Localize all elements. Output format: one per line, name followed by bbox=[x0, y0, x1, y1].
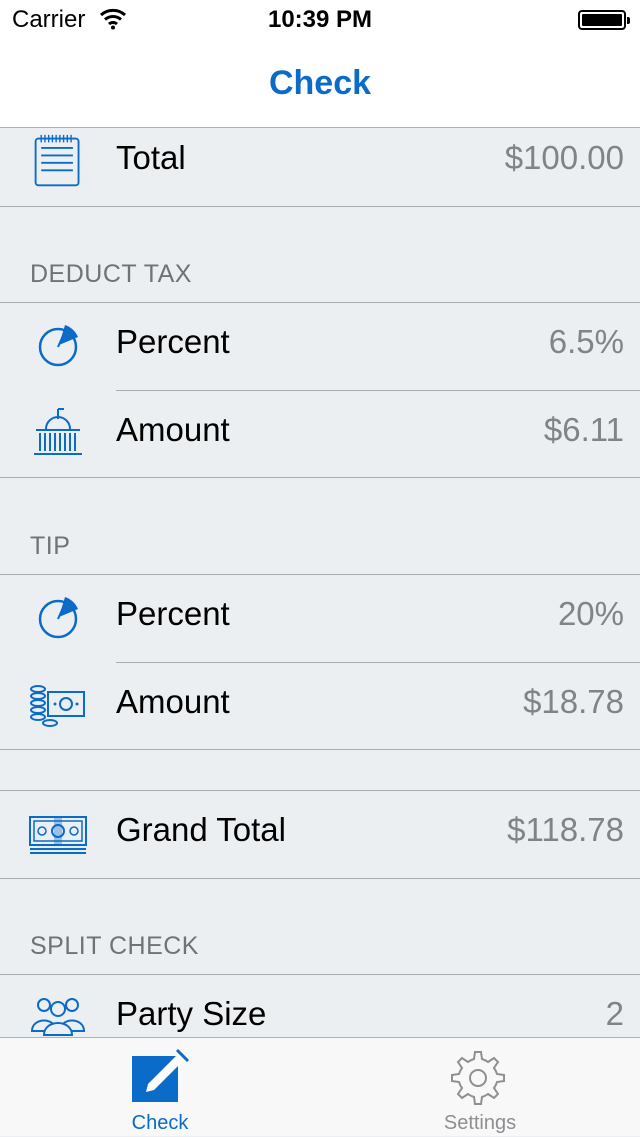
coins-bill-icon bbox=[30, 685, 85, 727]
check-content[interactable]: Total $100.00 DEDUCT TAX Percent 6.5% Am… bbox=[0, 128, 640, 1037]
grand-total-row[interactable]: Grand Total $118.78 bbox=[0, 791, 640, 878]
section-header-deduct-tax: DEDUCT TAX bbox=[30, 260, 192, 288]
tab-check[interactable]: Check bbox=[0, 1038, 320, 1137]
navigation-bar: Check bbox=[0, 40, 640, 128]
party-size-value: 2 bbox=[605, 995, 624, 1032]
section-header-tip: TIP bbox=[30, 532, 71, 560]
status-bar: Carrier 10:39 PM bbox=[0, 0, 640, 40]
cash-stack-icon bbox=[29, 816, 87, 854]
status-time: 10:39 PM bbox=[267, 6, 373, 33]
pencil-edit-icon bbox=[132, 1048, 190, 1102]
party-size-label: Party Size bbox=[116, 995, 267, 1032]
party-size-row[interactable]: Party Size 2 bbox=[0, 975, 640, 1037]
grand-total-value: $118.78 bbox=[507, 811, 624, 848]
tax-percent-value: 6.5% bbox=[548, 323, 624, 360]
tip-amount-row[interactable]: Amount $18.78 bbox=[0, 663, 640, 750]
grand-total-label: Grand Total bbox=[116, 811, 286, 848]
tip-percent-value: 20% bbox=[557, 595, 624, 632]
split-check-group: Party Size 2 bbox=[0, 974, 640, 1037]
total-label: Total bbox=[116, 139, 186, 176]
battery-icon bbox=[578, 10, 630, 30]
tax-percent-label: Percent bbox=[116, 323, 230, 360]
gear-icon bbox=[451, 1051, 505, 1105]
pie-chart-icon bbox=[38, 325, 78, 367]
tab-settings-label: Settings bbox=[443, 1112, 517, 1134]
tip-percent-label: Percent bbox=[116, 595, 230, 632]
page-title: Check bbox=[268, 64, 372, 102]
tax-percent-row[interactable]: Percent 6.5% bbox=[0, 303, 640, 390]
receipt-icon bbox=[34, 134, 80, 187]
tax-amount-value: $6.11 bbox=[543, 411, 624, 448]
tax-amount-label: Amount bbox=[116, 411, 230, 448]
tab-bar: Check Settings bbox=[0, 1037, 640, 1136]
deduct-tax-group: Percent 6.5% Amount $6.11 bbox=[0, 302, 640, 478]
government-building-icon bbox=[34, 408, 82, 455]
pie-chart-icon bbox=[38, 597, 78, 639]
tip-group: Percent 20% Amount $18.78 bbox=[0, 574, 640, 750]
tip-amount-label: Amount bbox=[116, 683, 230, 720]
tab-settings[interactable]: Settings bbox=[320, 1038, 640, 1137]
total-row[interactable]: Total $100.00 bbox=[0, 128, 640, 206]
tab-check-label: Check bbox=[131, 1112, 189, 1134]
grand-total-group: Grand Total $118.78 bbox=[0, 790, 640, 879]
total-group: Total $100.00 bbox=[0, 128, 640, 207]
people-icon bbox=[30, 998, 86, 1036]
total-value: $100.00 bbox=[504, 139, 624, 176]
tip-percent-row[interactable]: Percent 20% bbox=[0, 575, 640, 662]
section-header-split-check: SPLIT CHECK bbox=[30, 932, 199, 960]
tip-amount-value: $18.78 bbox=[523, 683, 624, 720]
tax-amount-row[interactable]: Amount $6.11 bbox=[0, 391, 640, 478]
